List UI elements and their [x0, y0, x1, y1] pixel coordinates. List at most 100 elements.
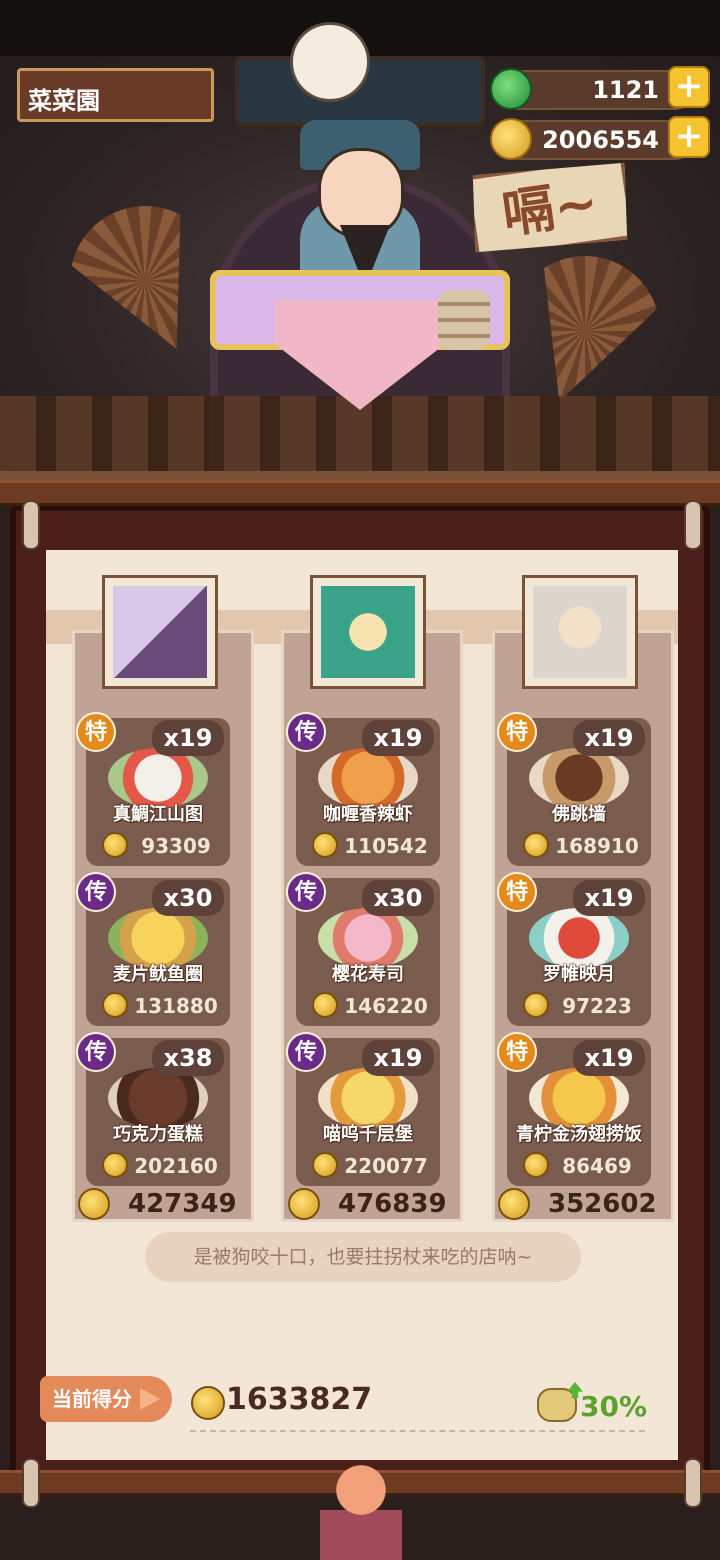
- dish-name: 真鯛江山图: [113, 804, 203, 825]
- dish-value: 86469: [562, 1154, 632, 1178]
- legend-tag-icon: 传: [286, 1032, 326, 1072]
- current-score-value: 1633827: [226, 1382, 373, 1417]
- special-tag-icon: 特: [497, 1032, 537, 1072]
- dish-value: 110542: [344, 834, 428, 858]
- dish-art: [318, 1068, 418, 1128]
- chef-portrait-2[interactable]: [313, 578, 423, 686]
- dish-art: [108, 748, 208, 808]
- dish-card[interactable]: 特 x19 真鯛江山图 93309: [76, 712, 230, 866]
- column-total-value: 427349: [128, 1189, 237, 1219]
- dish-card[interactable]: 传 x38 巧克力蛋糕 202160: [76, 1032, 230, 1186]
- player-name-box[interactable]: 菜菜園: [17, 68, 214, 122]
- dish-card[interactable]: 传 x19 咖喱香辣虾 110542: [286, 712, 440, 866]
- scroll-rod-top: [0, 480, 720, 506]
- column-total-3: 352602: [498, 1188, 657, 1224]
- dish-name: 佛跳墙: [552, 804, 606, 825]
- dish-value: 97223: [562, 994, 632, 1018]
- dish-card[interactable]: 传 x30 麦片鱿鱼圈 131880: [76, 872, 230, 1026]
- dish-name: 青柠金汤翅捞饭: [516, 1124, 642, 1145]
- bonus-bun-icon: [537, 1382, 583, 1422]
- coin-icon: [288, 1188, 320, 1220]
- dish-card[interactable]: 特 x19 佛跳墙 168910: [497, 712, 651, 866]
- dish-count: x19: [573, 880, 645, 916]
- coin-icon: [523, 832, 549, 858]
- rod-cap-bottom-right: [684, 1458, 702, 1508]
- dish-card[interactable]: 特 x19 罗帷映月 97223: [497, 872, 651, 1026]
- coin-icon: [523, 992, 549, 1018]
- chef-character-head[interactable]: [318, 148, 404, 238]
- add-coin-button[interactable]: +: [668, 116, 710, 158]
- column-total-value: 476839: [338, 1189, 447, 1219]
- chef-portrait-1[interactable]: [105, 578, 215, 686]
- current-score-label: 当前得分: [40, 1376, 172, 1422]
- current-score-label-text: 当前得分: [52, 1387, 132, 1411]
- special-tag-icon: 特: [497, 712, 537, 752]
- dish-name: 罗帷映月: [543, 964, 615, 985]
- rod-cap-top-right: [684, 500, 702, 550]
- dish-name: 麦片鱿鱼圈: [113, 964, 203, 985]
- dish-value: 146220: [344, 994, 428, 1018]
- knot-tassel: [320, 1460, 402, 1560]
- jade-icon: [490, 68, 532, 110]
- dish-card[interactable]: 传 x19 喵呜千层堡 220077: [286, 1032, 440, 1186]
- dish-name: 樱花寿司: [332, 964, 404, 985]
- dish-count: x19: [152, 720, 224, 756]
- dish-count: x19: [573, 720, 645, 756]
- dish-count: x30: [152, 880, 224, 916]
- bonus-percent: 30%: [580, 1390, 648, 1423]
- dish-art: [529, 908, 629, 968]
- coin-icon: [78, 1188, 110, 1220]
- legend-tag-icon: 传: [76, 872, 116, 912]
- dish-count: x19: [573, 1040, 645, 1076]
- dish-card[interactable]: 特 x19 青柠金汤翅捞饭 86469: [497, 1032, 651, 1186]
- rod-cap-top-left: [22, 500, 40, 550]
- dish-name: 咖喱香辣虾: [323, 804, 413, 825]
- coin-icon: [312, 1152, 338, 1178]
- legend-tag-icon: 传: [286, 872, 326, 912]
- dish-value: 168910: [555, 834, 639, 858]
- dish-count: x19: [362, 1040, 434, 1076]
- dish-art: [108, 908, 208, 968]
- dish-art: [529, 1068, 629, 1128]
- stacked-bowls: [438, 290, 490, 350]
- dish-value: 202160: [134, 1154, 218, 1178]
- dish-art: [529, 748, 629, 808]
- chef-portrait-art: [113, 586, 207, 678]
- add-jade-button[interactable]: +: [668, 66, 710, 108]
- dish-value: 220077: [344, 1154, 428, 1178]
- coin-icon: [312, 832, 338, 858]
- coin-icon: [102, 1152, 128, 1178]
- coin-icon: [191, 1386, 225, 1420]
- coin-icon: [523, 1152, 549, 1178]
- score-divider: [190, 1430, 645, 1432]
- dish-count: x19: [362, 720, 434, 756]
- special-tag-icon: 特: [76, 712, 116, 752]
- legend-tag-icon: 传: [286, 712, 326, 752]
- coin-icon: [102, 832, 128, 858]
- dish-art: [318, 748, 418, 808]
- dish-art: [108, 1068, 208, 1128]
- dish-name: 巧克力蛋糕: [113, 1124, 203, 1145]
- dish-count: x38: [152, 1040, 224, 1076]
- column-total-2: 476839: [288, 1188, 447, 1224]
- column-total-value: 352602: [548, 1189, 657, 1219]
- coin-icon: [312, 992, 338, 1018]
- dish-value: 131880: [134, 994, 218, 1018]
- shop-slogan: 是被狗咬十口，也要拄拐杖来吃的店呐~: [145, 1232, 581, 1282]
- white-dog-pet[interactable]: [290, 22, 370, 102]
- dish-art: [318, 908, 418, 968]
- dish-name: 喵呜千层堡: [323, 1124, 413, 1145]
- special-tag-icon: 特: [497, 872, 537, 912]
- coin-icon: [498, 1188, 530, 1220]
- play-arrow-icon: [140, 1388, 160, 1410]
- dish-card[interactable]: 传 x30 樱花寿司 146220: [286, 872, 440, 1026]
- chef-portrait-3[interactable]: [525, 578, 635, 686]
- chef-portrait-art: [533, 586, 627, 678]
- rod-cap-bottom-left: [22, 1458, 40, 1508]
- column-total-1: 427349: [78, 1188, 237, 1224]
- chef-portrait-art: [321, 586, 415, 678]
- dish-value: 93309: [141, 834, 211, 858]
- legend-tag-icon: 传: [76, 1032, 116, 1072]
- coin-icon: [490, 118, 532, 160]
- coin-icon: [102, 992, 128, 1018]
